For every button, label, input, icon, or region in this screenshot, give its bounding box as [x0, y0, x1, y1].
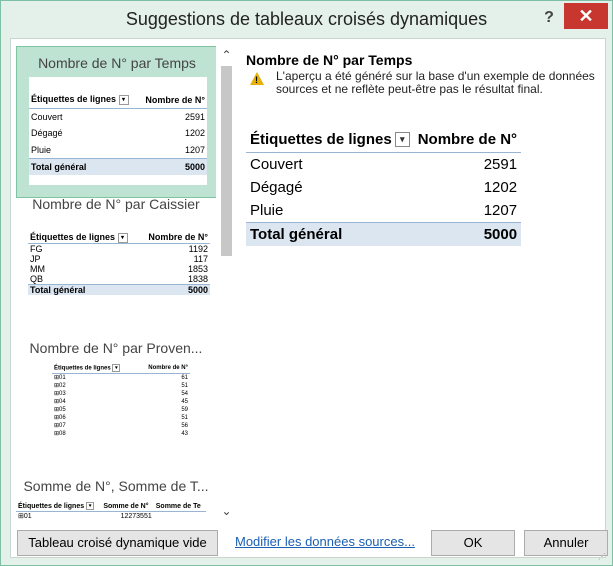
- preview-title: Nombre de N° par Temps: [246, 52, 413, 68]
- cancel-button[interactable]: Annuler: [524, 530, 608, 556]
- resize-grip-icon[interactable]: ⋰: [598, 552, 606, 561]
- filter-dropdown-icon: ▾: [117, 232, 128, 243]
- preview-pivot-table: Étiquettes de lignes ▾ Nombre de N° Couve…: [246, 128, 522, 246]
- filter-dropdown-icon: ▾: [86, 502, 95, 511]
- row-labels-header: Étiquettes de lignes ▾: [246, 128, 414, 153]
- dialog-title: Suggestions de tableaux croisés dynamiqu…: [125, 9, 488, 29]
- blank-pivot-button[interactable]: Tableau croisé dynamique vide: [17, 530, 218, 556]
- suggestion-title: Nombre de N° par Temps: [38, 55, 196, 71]
- scrollbar-thumb[interactable]: [221, 66, 232, 256]
- table-row: Pluie 1207: [250, 202, 518, 219]
- table-row: Dégagé 1202: [250, 179, 518, 196]
- preview-warning-text: L'aperçu a été généré sur la base d'un e…: [276, 69, 595, 96]
- modify-source-link[interactable]: Modifier les données sources...: [235, 530, 415, 554]
- scroll-up-arrow-icon[interactable]: ⌃: [218, 48, 235, 64]
- suggestion-item-provenance[interactable]: Nombre de N° par Proven... Étiquettes de…: [16, 336, 216, 456]
- suggestion-preview-table: Étiquettes de lignes ▾ Nombre de N° Couve…: [29, 77, 207, 185]
- table-row: Couvert 2591: [250, 156, 518, 173]
- suggestion-item-caissier[interactable]: Nombre de N° par Caissier Étiquettes de …: [16, 194, 216, 334]
- suggestion-preview-table: Étiquettes de lignes ▾ Nombre de N° FG 119…: [28, 232, 210, 295]
- grand-total-row: Total général 5000: [246, 222, 522, 246]
- ok-button[interactable]: OK: [431, 530, 515, 556]
- filter-dropdown-icon[interactable]: ▾: [394, 132, 410, 148]
- scroll-down-arrow-icon[interactable]: ⌄: [218, 504, 235, 520]
- suggestions-list[interactable]: Nombre de N° par Temps Étiquettes de lig…: [16, 46, 216, 524]
- suggestion-item-somme[interactable]: Somme de N°, Somme de T... Étiquettes de…: [16, 466, 216, 524]
- suggestion-item-temps[interactable]: Nombre de N° par Temps Étiquettes de lig…: [16, 46, 216, 198]
- filter-dropdown-icon: ▾: [112, 364, 121, 372]
- title-bar: Suggestions de tableaux croisés dynamiqu…: [1, 1, 612, 37]
- warning-exclamation-icon: !: [255, 75, 258, 85]
- close-button[interactable]: ✕: [564, 3, 608, 29]
- suggestion-title: Somme de N°, Somme de T...: [23, 478, 209, 494]
- help-button[interactable]: ?: [538, 7, 560, 29]
- filter-dropdown-icon: ▾: [118, 94, 129, 105]
- count-header: Nombre de N°: [413, 128, 522, 153]
- suggestion-title: Nombre de N° par Caissier: [32, 196, 200, 212]
- suggestion-preview-table: Étiquettes de lignes ▾ Nombre de N° ⊞01 61…: [52, 364, 190, 438]
- suggestion-preview-table: Étiquettes de lignes ▾ Somme de N° Somme d…: [16, 502, 206, 521]
- suggestion-title: Nombre de N° par Proven...: [29, 340, 203, 356]
- suggestions-scrollbar[interactable]: ⌃ ⌄: [218, 46, 235, 524]
